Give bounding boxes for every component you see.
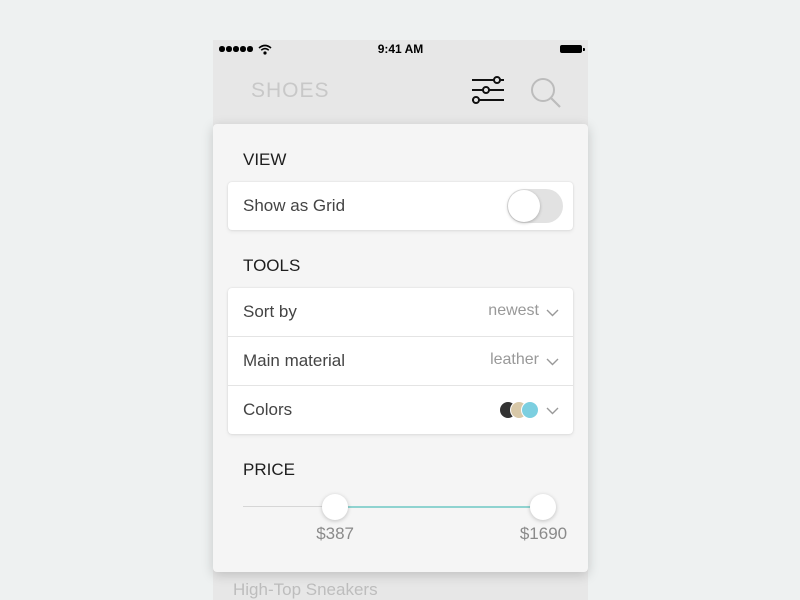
sort-by-label: Sort by (243, 302, 297, 321)
list-item-title: High-Top Sneakers (233, 580, 378, 599)
chevron-down-icon (546, 407, 559, 415)
status-time: 9:41 AM (377, 42, 424, 56)
colors-label: Colors (243, 400, 293, 419)
price-max-handle[interactable] (530, 494, 557, 520)
slider-selected-range (335, 506, 544, 508)
battery-icon (560, 45, 585, 53)
main-material-label: Main material (243, 351, 346, 370)
filter-panel: VIEW Show as Grid TOOLS Sort by newest M… (213, 124, 588, 572)
view-card: Show as Grid (228, 182, 573, 230)
price-max-label: $1690 (519, 524, 568, 543)
color-swatches (499, 401, 539, 419)
view-section-title: VIEW (243, 150, 287, 169)
chevron-down-icon (546, 309, 559, 317)
chevron-down-icon (546, 358, 559, 366)
sliders-icon[interactable] (470, 75, 506, 105)
main-material-value: leather (490, 351, 539, 368)
colors-row[interactable]: Colors (228, 385, 573, 434)
price-section-title: PRICE (243, 460, 295, 479)
price-min-label: $387 (316, 524, 355, 543)
tools-card: Sort by newest Main material leather Col… (228, 288, 573, 434)
tools-section-title: TOOLS (243, 256, 301, 275)
sort-by-value: newest (488, 302, 539, 319)
search-icon[interactable] (529, 76, 563, 110)
sort-by-row[interactable]: Sort by newest (228, 288, 573, 336)
toggle-knob (508, 190, 540, 222)
show-as-grid-toggle[interactable] (507, 189, 563, 223)
navigation-bar: SHOES (213, 60, 588, 124)
price-range-slider[interactable] (243, 494, 557, 524)
show-as-grid-row: Show as Grid (228, 182, 573, 230)
show-as-grid-label: Show as Grid (243, 196, 346, 215)
status-bar: 9:41 AM (213, 40, 588, 60)
color-swatch (521, 401, 539, 419)
main-material-row[interactable]: Main material leather (228, 336, 573, 385)
page-title: SHOES (251, 79, 330, 102)
price-min-handle[interactable] (322, 494, 349, 520)
